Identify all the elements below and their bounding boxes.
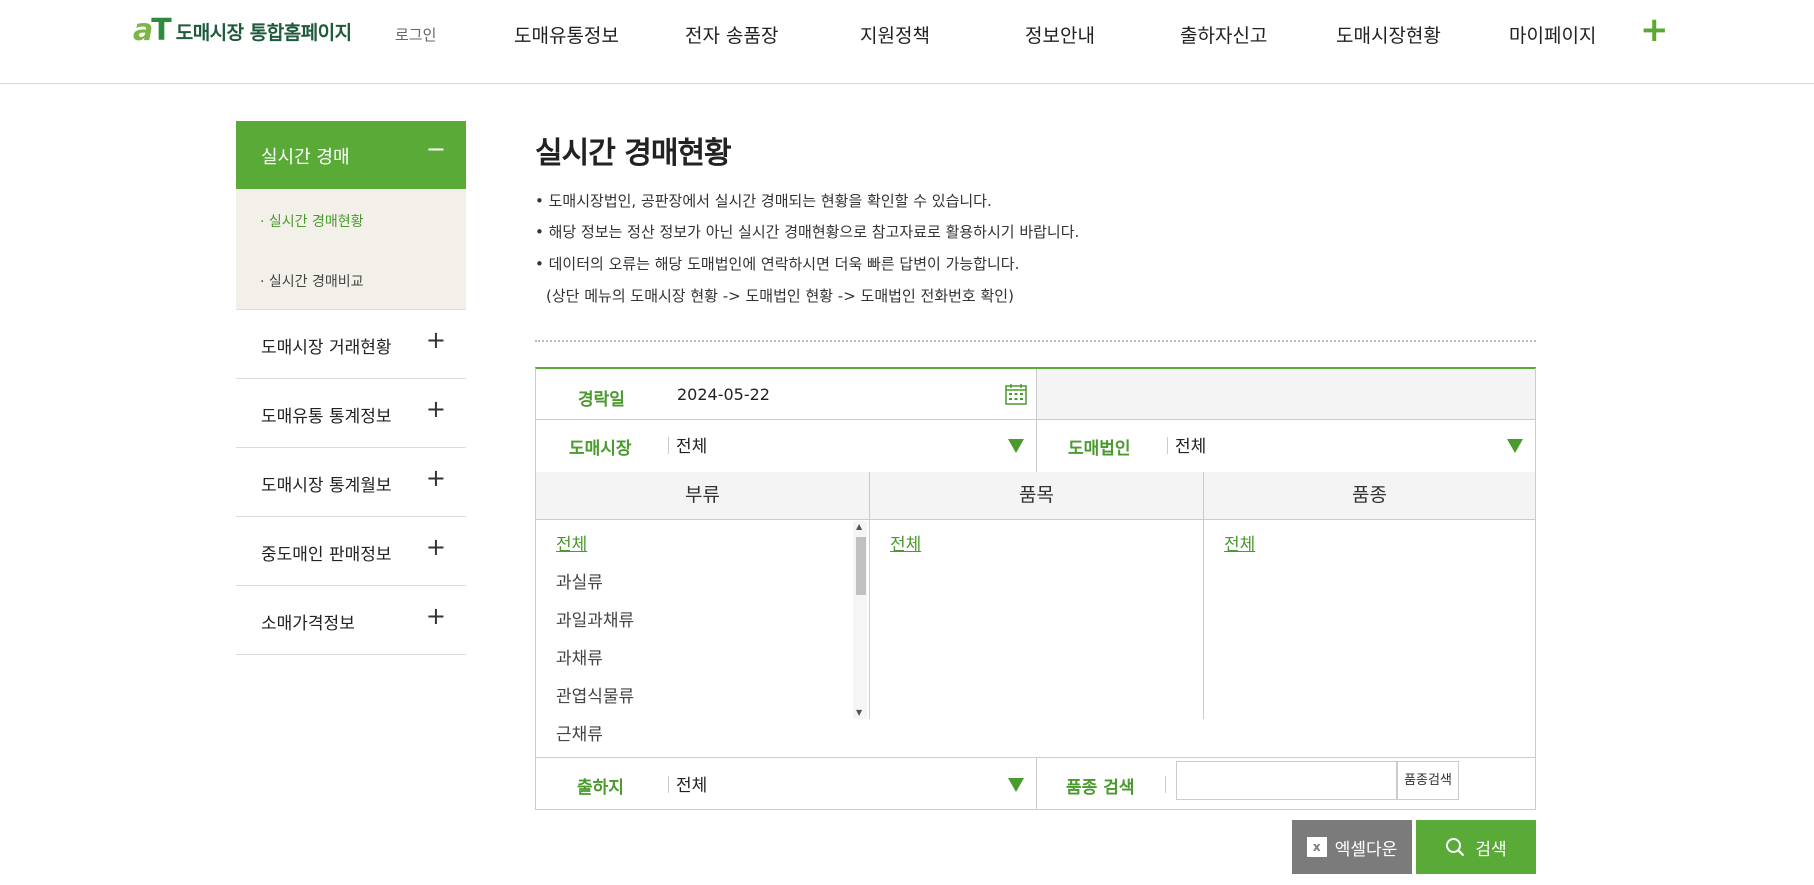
column-header-category: 부류	[536, 472, 869, 519]
category-scrollbar[interactable]: ▲ ▼	[853, 521, 867, 719]
list-item[interactable]: 과채류	[556, 644, 603, 669]
nav-info-guide[interactable]: 정보안내	[1025, 21, 1095, 48]
list-item[interactable]: 전체	[890, 530, 921, 555]
plus-icon: +	[425, 326, 446, 354]
search-form: 경락일 2024-05-22 도매시장 전체 도매법인 전체 부류 품목 품종 …	[535, 367, 1536, 810]
variety-search-input[interactable]	[1176, 761, 1397, 800]
corp-label: 도매법인	[1068, 439, 1131, 459]
search-icon	[1446, 838, 1465, 857]
sidebar-sub-realtime-compare[interactable]: · 실시간 경매비교	[260, 271, 364, 291]
sidebar-item-label: 도매시장 거래현황	[261, 338, 392, 358]
variety-search-button[interactable]: 품종검색	[1397, 761, 1459, 800]
description-line: • 데이터의 오류는 해당 도매법인에 연락하시면 더욱 빠른 답변이 가능합니…	[535, 255, 1020, 273]
sidebar-item-broker-sales[interactable]: 중도매인 판매정보 +	[236, 517, 466, 586]
excel-download-label: 엑셀다운	[1334, 839, 1398, 860]
separator	[1165, 776, 1166, 793]
plus-icon: +	[425, 464, 446, 492]
sidebar-sub-label: 실시간 경매현황	[268, 214, 364, 230]
sidebar-item-label: 소매가격정보	[261, 614, 355, 634]
scroll-down-icon[interactable]: ▼	[856, 709, 862, 717]
divider	[536, 419, 1535, 420]
calendar-icon[interactable]	[1005, 383, 1027, 409]
sidebar-item-label: 도매시장 통계월보	[261, 476, 392, 496]
list-item[interactable]: 관엽식물류	[556, 682, 634, 707]
list-item[interactable]: 전체	[1224, 530, 1255, 555]
sidebar-submenu: · 실시간 경매현황 · 실시간 경매비교	[236, 189, 466, 310]
site-logo[interactable]: aT 도매시장 통합홈페이지	[133, 16, 352, 46]
login-link[interactable]: 로그인	[395, 24, 436, 45]
nav-market-status[interactable]: 도매시장현황	[1336, 21, 1441, 48]
description-line: • 해당 정보는 정산 정보가 아닌 실시간 경매현황으로 참고자료로 활용하시…	[535, 223, 1080, 241]
search-button[interactable]: 검색	[1416, 820, 1536, 874]
column-header-variety: 품종	[1204, 472, 1535, 519]
list-item[interactable]: 전체	[556, 530, 587, 555]
sidebar-item-monthly-stats[interactable]: 도매시장 통계월보 +	[236, 448, 466, 517]
sidebar-item-retail-price[interactable]: 소매가격정보 +	[236, 586, 466, 655]
plus-icon[interactable]: +	[1640, 13, 1669, 47]
nav-e-invoice[interactable]: 전자 송품장	[685, 21, 778, 48]
variety-search-label: 품종 검색	[1066, 778, 1135, 798]
divider	[535, 340, 1536, 342]
excel-icon: x	[1306, 837, 1327, 857]
nav-shipper-report[interactable]: 출하자신고	[1180, 21, 1267, 48]
nav-distribution-info[interactable]: 도매유통정보	[514, 21, 619, 48]
scroll-up-icon[interactable]: ▲	[856, 523, 862, 531]
sidebar-item-market-trade[interactable]: 도매시장 거래현황 +	[236, 310, 466, 379]
separator	[1167, 437, 1168, 454]
minus-icon: −	[425, 135, 446, 163]
divider	[869, 472, 870, 719]
at-logo-icon: aT	[133, 13, 172, 48]
dropdown-arrow-icon[interactable]	[1507, 439, 1523, 453]
list-item[interactable]: 과일과채류	[556, 606, 634, 631]
sidebar-item-distribution-stats[interactable]: 도매유통 통계정보 +	[236, 379, 466, 448]
plus-icon: +	[425, 395, 446, 423]
sidebar-item-label: 중도매인 판매정보	[261, 545, 392, 565]
date-label: 경락일	[578, 390, 625, 410]
divider	[536, 519, 1535, 520]
list-item[interactable]: 근채류	[556, 720, 603, 745]
divider	[1203, 472, 1204, 719]
sidebar-item-label: 실시간 경매	[261, 147, 350, 168]
market-select[interactable]: 전체	[676, 432, 707, 457]
list-item[interactable]: 과실류	[556, 568, 603, 593]
nav-support-policy[interactable]: 지원정책	[860, 21, 930, 48]
site-header: aT 도매시장 통합홈페이지 로그인 도매유통정보 전자 송품장 지원정책 정보…	[0, 0, 1814, 84]
description-note: (상단 메뉴의 도매시장 현황 -> 도매법인 현황 -> 도매법인 전화번호 …	[546, 287, 1014, 305]
nav-mypage[interactable]: 마이페이지	[1509, 21, 1596, 48]
plus-icon: +	[425, 602, 446, 630]
sidebar-item-label: 도매유통 통계정보	[261, 407, 392, 427]
sidebar-sub-realtime-status[interactable]: · 실시간 경매현황	[260, 211, 364, 231]
page-title: 실시간 경매현황	[535, 136, 732, 171]
site-title: 도매시장 통합홈페이지	[175, 21, 352, 44]
corp-select[interactable]: 전체	[1175, 432, 1206, 457]
market-label: 도매시장	[569, 439, 632, 459]
date-input[interactable]: 2024-05-22	[677, 385, 770, 404]
plus-icon: +	[425, 533, 446, 561]
scroll-thumb[interactable]	[856, 537, 866, 595]
excel-download-button[interactable]: x 엑셀다운	[1292, 820, 1412, 874]
origin-select[interactable]: 전체	[676, 771, 707, 796]
divider	[1036, 757, 1037, 809]
separator	[668, 437, 669, 454]
empty-cell	[1037, 369, 1535, 419]
dropdown-arrow-icon[interactable]	[1008, 778, 1024, 792]
origin-label: 출하지	[577, 778, 624, 798]
description-line: • 도매시장법인, 공판장에서 실시간 경매되는 현황을 확인할 수 있습니다.	[535, 192, 992, 210]
sidebar-item-realtime-auction[interactable]: 실시간 경매 −	[236, 121, 466, 189]
column-header-item: 품목	[870, 472, 1203, 519]
dropdown-arrow-icon[interactable]	[1008, 439, 1024, 453]
separator	[668, 776, 669, 793]
sidebar-sub-label: 실시간 경매비교	[268, 274, 364, 290]
search-label: 검색	[1475, 839, 1507, 860]
